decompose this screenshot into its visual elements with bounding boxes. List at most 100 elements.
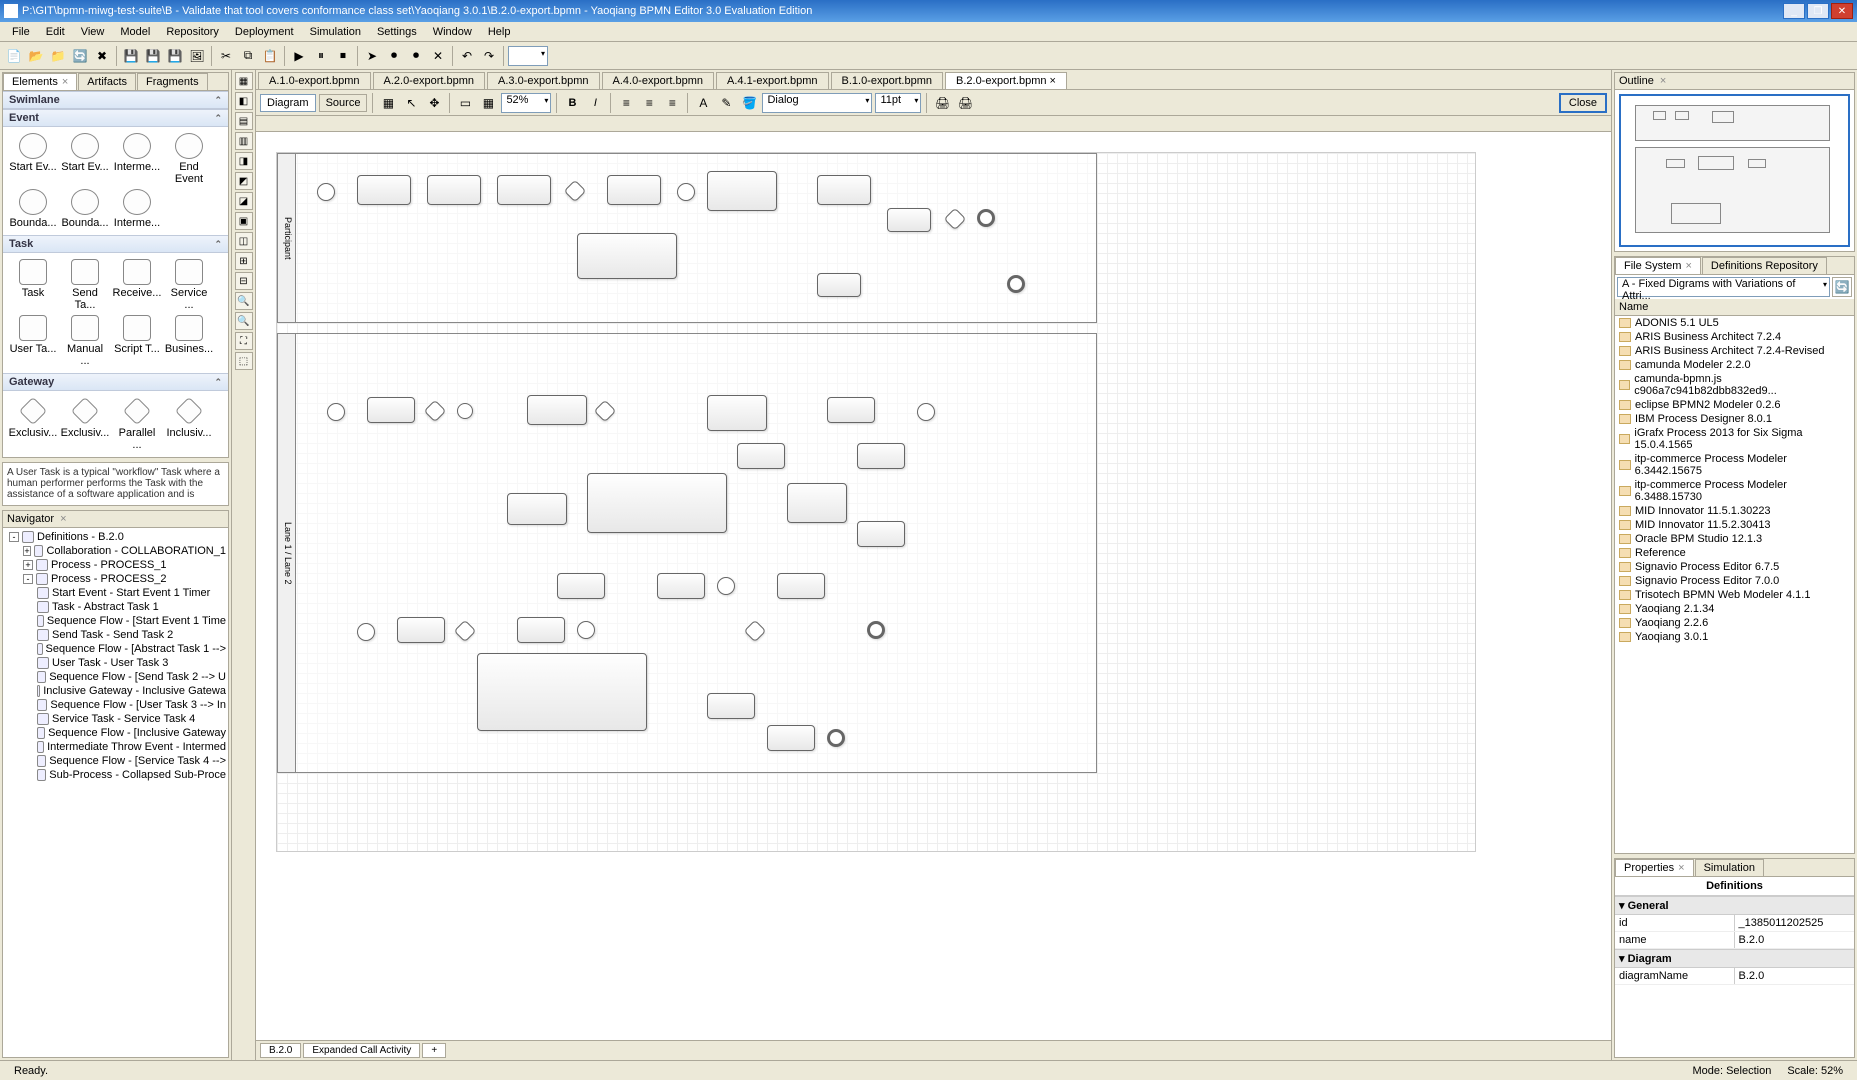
file-tab[interactable]: A.4.1-export.bpmn bbox=[716, 72, 829, 89]
task-node[interactable] bbox=[507, 493, 567, 525]
tool-icon[interactable]: ◪ bbox=[235, 192, 253, 210]
menu-edit[interactable]: Edit bbox=[38, 24, 73, 40]
zoom-in-icon[interactable]: 🔍 bbox=[235, 292, 253, 310]
move-icon[interactable]: ✥ bbox=[424, 93, 444, 113]
task-node[interactable] bbox=[777, 573, 825, 599]
palette-item[interactable]: Bounda... bbox=[9, 189, 57, 229]
close-button[interactable]: Close bbox=[1559, 93, 1607, 113]
tree-node[interactable]: -Definitions - B.2.0 bbox=[5, 530, 226, 544]
border-icon[interactable]: ▭ bbox=[455, 93, 475, 113]
print-preview-icon[interactable]: 🖨 bbox=[955, 93, 975, 113]
tree-node[interactable]: Service Task - Service Task 4 bbox=[5, 712, 226, 726]
file-tab[interactable]: B.2.0-export.bpmn × bbox=[945, 72, 1067, 89]
folder-row[interactable]: ADONIS 5.1 UL5 bbox=[1615, 316, 1854, 330]
tree-node[interactable]: Inclusive Gateway - Inclusive Gatewa bbox=[5, 684, 226, 698]
collapse-icon[interactable]: ⌃ bbox=[214, 113, 222, 124]
end-event-node[interactable] bbox=[827, 729, 845, 747]
start-event-node[interactable] bbox=[327, 403, 345, 421]
style-dropdown[interactable] bbox=[508, 46, 548, 66]
palette-item[interactable]: End Event bbox=[165, 133, 213, 185]
open-url-icon[interactable]: 📁 bbox=[48, 46, 68, 66]
menu-simulation[interactable]: Simulation bbox=[302, 24, 369, 40]
palette-group-event[interactable]: Event⌃ bbox=[3, 109, 228, 127]
redo-icon[interactable]: ↷ bbox=[479, 46, 499, 66]
folder-row[interactable]: Yaoqiang 2.2.6 bbox=[1615, 616, 1854, 630]
tree-node[interactable]: +Process - PROCESS_1 bbox=[5, 558, 226, 572]
close-icon[interactable]: × bbox=[60, 513, 66, 525]
maximize-button[interactable]: ❐ bbox=[1807, 3, 1829, 19]
tool-icon[interactable]: ◧ bbox=[235, 92, 253, 110]
palette-item[interactable]: Start Ev... bbox=[61, 133, 109, 185]
palette-item[interactable]: Exclusiv... bbox=[9, 397, 57, 451]
tree-toggle-icon[interactable]: + bbox=[23, 560, 33, 570]
menu-deployment[interactable]: Deployment bbox=[227, 24, 302, 40]
add-tab-button[interactable]: + bbox=[422, 1043, 446, 1058]
tree-node[interactable]: Task - Abstract Task 1 bbox=[5, 600, 226, 614]
property-category[interactable]: ▾ Diagram bbox=[1615, 949, 1854, 968]
diagram-canvas[interactable]: Participant Lane 1 / Lane 2 bbox=[256, 116, 1611, 1040]
folder-row[interactable]: Trisotech BPMN Web Modeler 4.1.1 bbox=[1615, 588, 1854, 602]
zoom-dropdown[interactable]: 52% bbox=[501, 93, 551, 113]
task-node[interactable] bbox=[827, 397, 875, 423]
tool-icon[interactable]: ▤ bbox=[235, 112, 253, 130]
refresh-icon[interactable]: 🔄 bbox=[1832, 277, 1852, 297]
subprocess-node[interactable] bbox=[787, 483, 847, 523]
paste-icon[interactable]: 📋 bbox=[260, 46, 280, 66]
palette-item[interactable]: Exclusiv... bbox=[61, 397, 109, 451]
task-node[interactable] bbox=[657, 573, 705, 599]
task-node[interactable] bbox=[767, 725, 815, 751]
tab-definitions-repo[interactable]: Definitions Repository bbox=[1702, 257, 1827, 274]
delete-icon[interactable]: ✕ bbox=[428, 46, 448, 66]
menu-view[interactable]: View bbox=[73, 24, 113, 40]
align-center-icon[interactable]: ≡ bbox=[639, 93, 659, 113]
task-node[interactable] bbox=[817, 175, 871, 205]
file-tab[interactable]: A.1.0-export.bpmn bbox=[258, 72, 371, 89]
align-left-icon[interactable]: ≡ bbox=[616, 93, 636, 113]
fontsize-dropdown[interactable]: 11pt bbox=[875, 93, 921, 113]
task-node[interactable] bbox=[397, 617, 445, 643]
print-icon[interactable]: 🖨 bbox=[932, 93, 952, 113]
tab-simulation[interactable]: Simulation bbox=[1695, 859, 1764, 876]
folder-row[interactable]: Yaoqiang 3.0.1 bbox=[1615, 630, 1854, 644]
palette-item[interactable]: Script T... bbox=[113, 315, 161, 367]
export-icon[interactable]: 🖼 bbox=[187, 46, 207, 66]
palette-tab-fragments[interactable]: Fragments bbox=[137, 73, 208, 90]
grid2-icon[interactable]: ▦ bbox=[478, 93, 498, 113]
tree-node[interactable]: Sub-Process - Collapsed Sub-Proce bbox=[5, 768, 226, 782]
subprocess-node[interactable] bbox=[707, 395, 767, 431]
task-node[interactable] bbox=[607, 175, 661, 205]
task-node[interactable] bbox=[527, 395, 587, 425]
column-header-name[interactable]: Name bbox=[1615, 299, 1854, 316]
folder-row[interactable]: MID Innovator 11.5.1.30223 bbox=[1615, 504, 1854, 518]
menu-file[interactable]: File bbox=[4, 24, 38, 40]
palette-item[interactable]: Inclusiv... bbox=[165, 397, 213, 451]
folder-row[interactable]: camunda-bpmn.js c906a7c941b82dbb832ed9..… bbox=[1615, 372, 1854, 398]
folder-row[interactable]: Reference bbox=[1615, 546, 1854, 560]
tree-node[interactable]: Start Event - Start Event 1 Timer bbox=[5, 586, 226, 600]
tree-toggle-icon[interactable]: - bbox=[23, 574, 33, 584]
bold-icon[interactable]: B bbox=[562, 93, 582, 113]
tool-icon[interactable]: ⊞ bbox=[235, 252, 253, 270]
palette-tab-elements[interactable]: Elements× bbox=[3, 73, 77, 90]
task-node[interactable] bbox=[427, 175, 481, 205]
folder-row[interactable]: Signavio Process Editor 7.0.0 bbox=[1615, 574, 1854, 588]
tool-icon[interactable]: ▦ bbox=[235, 72, 253, 90]
folder-row[interactable]: itp-commerce Process Modeler 6.3488.1573… bbox=[1615, 478, 1854, 504]
folder-row[interactable]: MID Innovator 11.5.2.30413 bbox=[1615, 518, 1854, 532]
save-icon[interactable]: 💾 bbox=[121, 46, 141, 66]
record2-icon[interactable]: ⏺ bbox=[406, 46, 426, 66]
tree-node[interactable]: Sequence Flow - [Service Task 4 --> bbox=[5, 754, 226, 768]
menu-settings[interactable]: Settings bbox=[369, 24, 425, 40]
close-icon[interactable]: × bbox=[1685, 260, 1691, 272]
palette-group-gateway[interactable]: Gateway⌃ bbox=[3, 373, 228, 391]
collapse-icon[interactable]: ⌃ bbox=[214, 95, 222, 106]
tool-icon[interactable]: ▣ bbox=[235, 212, 253, 230]
saveall-icon[interactable]: 💾 bbox=[165, 46, 185, 66]
tree-toggle-icon[interactable]: + bbox=[23, 546, 31, 556]
folder-row[interactable]: Signavio Process Editor 6.7.5 bbox=[1615, 560, 1854, 574]
file-tab[interactable]: A.2.0-export.bpmn bbox=[373, 72, 486, 89]
tree-node[interactable]: Sequence Flow - [Abstract Task 1 --> bbox=[5, 642, 226, 656]
collapse-icon[interactable]: ⌃ bbox=[214, 239, 222, 250]
task-node[interactable] bbox=[517, 617, 565, 643]
palette-group-task[interactable]: Task⌃ bbox=[3, 235, 228, 253]
